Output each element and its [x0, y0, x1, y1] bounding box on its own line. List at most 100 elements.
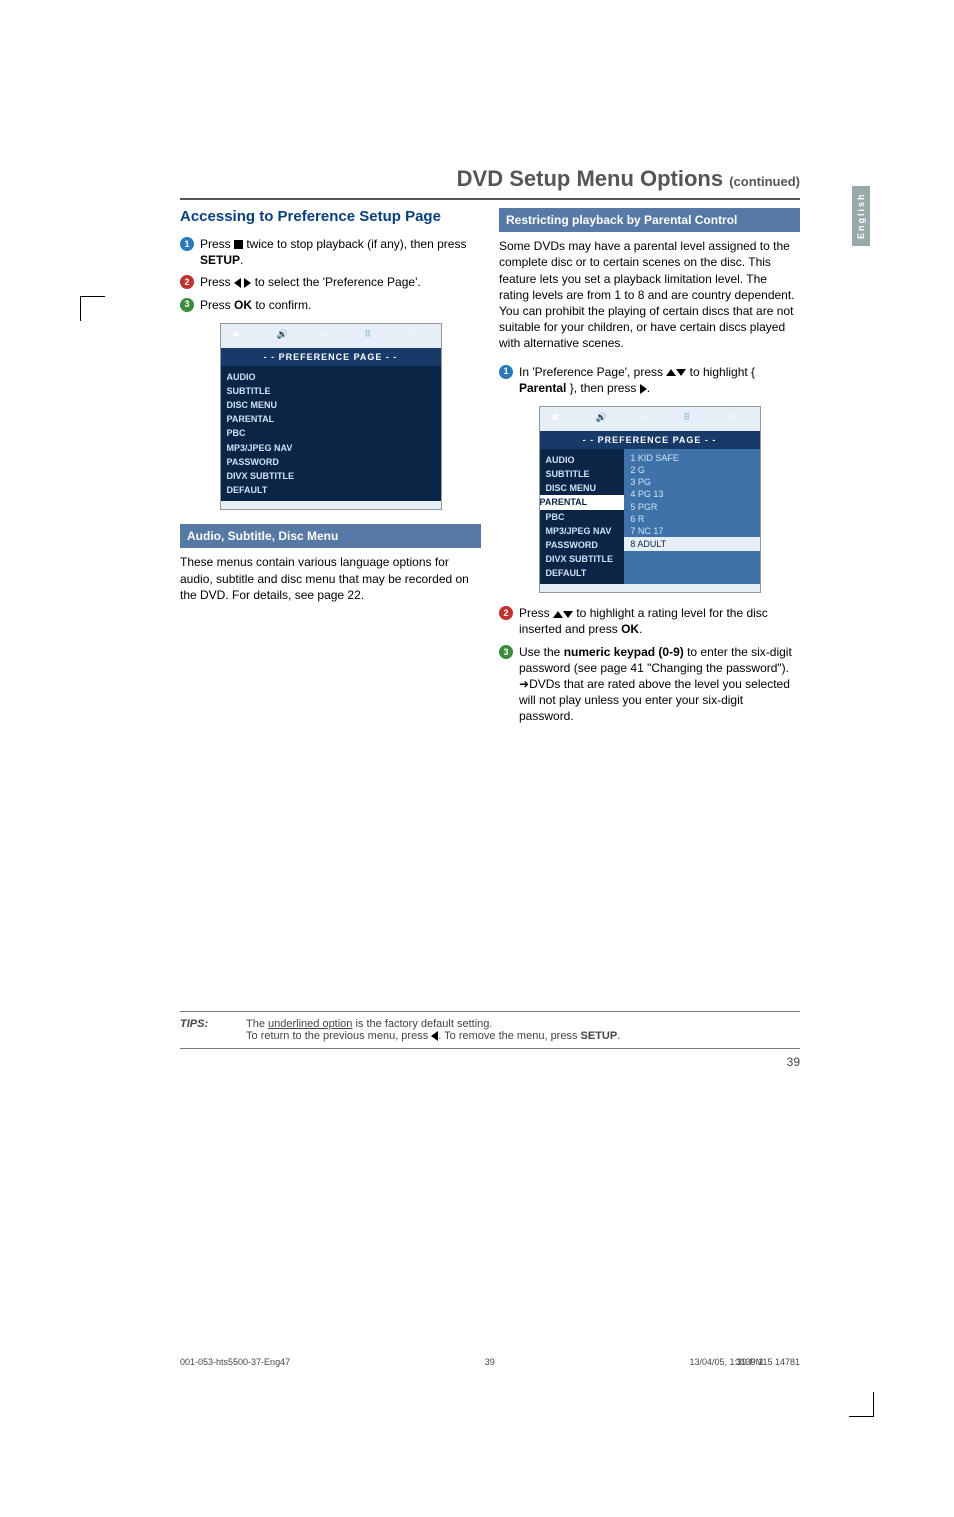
heading-accessing-preference: Accessing to Preference Setup Page — [180, 208, 481, 226]
page-number: 39 — [180, 1055, 800, 1069]
right-step-2: 2 Press to highlight a rating level for … — [499, 605, 800, 637]
step-bullet-3: 3 — [180, 298, 194, 312]
language-tab: English — [852, 186, 870, 246]
tab-audio-icon: 🔊 — [277, 328, 297, 344]
tab-preference-icon: ⠿ — [684, 411, 704, 427]
step-2: 2 Press to select the 'Preference Page'. — [180, 274, 481, 290]
rating-item: 4 PG 13 — [630, 488, 753, 500]
tab-exit-icon: ⎘ — [728, 411, 748, 427]
keypad-bold: numeric keypad (0-9) — [564, 645, 684, 659]
osd-item: DISC MENU — [546, 481, 619, 495]
rstep1-a: In 'Preference Page', press — [519, 365, 666, 379]
left-arrow-icon — [234, 278, 241, 288]
implies-arrow-icon: ➜ — [519, 676, 529, 692]
subheading-audio-subtitle: Audio, Subtitle, Disc Menu — [180, 524, 481, 548]
osd-item: PASSWORD — [546, 538, 619, 552]
step1-text-a: Press — [200, 237, 234, 251]
tab-video-icon: ▭ — [640, 411, 660, 427]
ok-bold: OK — [621, 622, 639, 636]
rstep1-d: . — [647, 381, 650, 395]
osd-footer — [221, 501, 441, 509]
parental-intro: Some DVDs may have a parental level assi… — [499, 238, 800, 351]
tips-line2-c: . — [617, 1030, 620, 1042]
right-step-3: 3 Use the numeric keypad (0-9) to enter … — [499, 644, 800, 725]
osd-tabbar: ✖ 🔊 ▭ ⠿ ⎘ — [221, 324, 441, 348]
step2-text-b: to select the 'Preference Page'. — [251, 275, 420, 289]
tips-line2-a: To return to the previous menu, press — [246, 1030, 431, 1042]
print-footer: 001-053-hts5500-37-Eng47 39 13/04/05, 1:… — [180, 1357, 800, 1367]
crop-mark-top-left — [80, 296, 105, 321]
right-arrow-icon — [640, 384, 647, 394]
right-column: Restricting playback by Parental Control… — [499, 208, 800, 731]
osd-item: PBC — [227, 426, 435, 440]
osd-tabbar: ✖ 🔊 ▭ ⠿ ⎘ — [540, 407, 760, 431]
parental-bold: Parental — [519, 381, 566, 395]
osd-footer — [540, 584, 760, 592]
tips-line1-b: is the factory default setting. — [352, 1018, 492, 1030]
title-rule — [180, 198, 800, 200]
step-bullet-2: 2 — [180, 275, 194, 289]
osd-item: DISC MENU — [227, 398, 435, 412]
osd-item: DEFAULT — [546, 566, 619, 580]
tab-video-icon: ▭ — [321, 328, 341, 344]
osd-submenu: 1 KID SAFE 2 G 3 PG 4 PG 13 5 PGR 6 R 7 … — [624, 449, 759, 584]
tab-general-icon: ✖ — [552, 411, 572, 427]
subheading-parental: Restricting playback by Parental Control — [499, 208, 800, 232]
osd-list: AUDIO SUBTITLE DISC MENU PARENTAL PBC MP… — [221, 366, 441, 501]
stop-icon — [234, 240, 243, 249]
ok-bold: OK — [234, 298, 252, 312]
osd-item: AUDIO — [227, 370, 435, 384]
page-title: DVD Setup Menu Options (continued) — [180, 166, 800, 192]
rating-item: 7 NC 17 — [630, 525, 753, 537]
step-bullet-1: 1 — [499, 365, 513, 379]
rstep3-a: Use the — [519, 645, 564, 659]
osd-item: PBC — [546, 510, 619, 524]
rstep1-c: }, then press — [566, 381, 639, 395]
step3-text-b: to confirm. — [252, 298, 311, 312]
tips-box: TIPS: The underlined option is the facto… — [180, 1011, 800, 1049]
up-arrow-icon — [666, 369, 676, 376]
page-title-continued: (continued) — [729, 174, 800, 189]
osd-item: PARENTAL — [227, 412, 435, 426]
rating-item: 2 G — [630, 464, 753, 476]
tips-line1-a: The — [246, 1018, 268, 1030]
crop-mark-bottom-right — [849, 1392, 874, 1417]
tab-preference-icon: ⠿ — [365, 328, 385, 344]
footer-left: 001-053-hts5500-37-Eng47 — [180, 1357, 290, 1367]
osd-header: - - PREFERENCE PAGE - - — [540, 431, 760, 449]
rstep1-b: to highlight { — [686, 365, 755, 379]
tab-exit-icon: ⎘ — [409, 328, 429, 344]
footer-center: 39 — [485, 1357, 495, 1367]
tips-underlined: underlined option — [268, 1018, 352, 1030]
rating-item: 3 PG — [630, 476, 753, 488]
osd-item: SUBTITLE — [227, 384, 435, 398]
tips-setup-bold: SETUP — [581, 1030, 618, 1042]
osd-item: PASSWORD — [227, 455, 435, 469]
sub-body-text: These menus contain various language opt… — [180, 554, 481, 603]
tips-line2-b: . To remove the menu, press — [438, 1030, 580, 1042]
left-column: Accessing to Preference Setup Page 1 Pre… — [180, 208, 481, 731]
rstep2-a: Press — [519, 606, 553, 620]
step1-text-b: twice to stop playback (if any), then pr… — [243, 237, 466, 251]
osd-item: DEFAULT — [227, 483, 435, 497]
osd-item-selected: PARENTAL — [540, 495, 625, 509]
osd-item: AUDIO — [546, 453, 619, 467]
rating-item: 1 KID SAFE — [630, 452, 753, 464]
osd-preference-simple: ✖ 🔊 ▭ ⠿ ⎘ - - PREFERENCE PAGE - - AUDIO … — [220, 323, 442, 510]
right-step-1: 1 In 'Preference Page', press to highlig… — [499, 364, 800, 396]
osd-header: - - PREFERENCE PAGE - - — [221, 348, 441, 366]
step-3: 3 Press OK to confirm. — [180, 297, 481, 313]
rstep3-result: DVDs that are rated above the level you … — [519, 677, 790, 723]
step2-text-a: Press — [200, 275, 234, 289]
setup-bold: SETUP — [200, 253, 240, 267]
tab-general-icon: ✖ — [233, 328, 253, 344]
osd-preference-parental: ✖ 🔊 ▭ ⠿ ⎘ - - PREFERENCE PAGE - - AUDIO … — [539, 406, 761, 593]
rating-item: 6 R — [630, 513, 753, 525]
step3-text-a: Press — [200, 298, 234, 312]
osd-item: MP3/JPEG NAV — [227, 441, 435, 455]
step-bullet-2: 2 — [499, 606, 513, 620]
osd-item: DIVX SUBTITLE — [546, 552, 619, 566]
tab-audio-icon: 🔊 — [596, 411, 616, 427]
down-arrow-icon — [676, 369, 686, 376]
osd-item: MP3/JPEG NAV — [546, 524, 619, 538]
